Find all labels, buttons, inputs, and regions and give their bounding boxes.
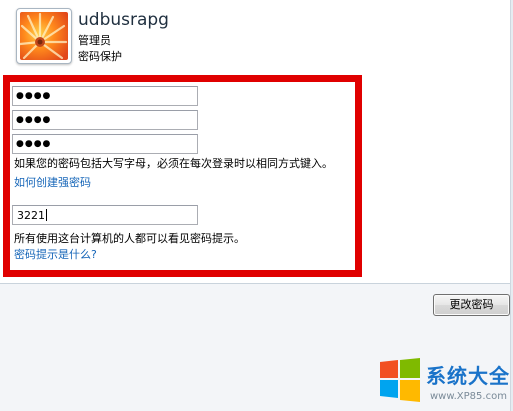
watermark: 系统大全 www.XP85.com bbox=[378, 358, 513, 411]
user-name: udbusrapg bbox=[78, 10, 169, 30]
new-password-input[interactable]: ●●●● bbox=[12, 110, 198, 130]
current-password-input[interactable]: ●●●● bbox=[12, 86, 198, 106]
password-hint-value: 3221 bbox=[17, 209, 45, 222]
password-hint-input[interactable]: 3221 bbox=[12, 205, 198, 225]
case-sensitivity-note: 如果您的密码包括大写字母，必须在每次登录时以相同方式键入。 bbox=[14, 157, 333, 170]
user-role: 管理员 bbox=[78, 34, 111, 47]
strong-password-link[interactable]: 如何创建强密码 bbox=[14, 176, 91, 190]
watermark-brand: 系统大全 bbox=[426, 364, 510, 388]
text-caret bbox=[46, 209, 47, 221]
password-status: 密码保护 bbox=[78, 50, 122, 63]
watermark-url: www.XP85.com bbox=[430, 391, 507, 402]
flower-avatar-icon bbox=[20, 12, 68, 60]
password-hint-help-link[interactable]: 密码提示是什么? bbox=[14, 248, 97, 262]
hint-visibility-note: 所有使用这台计算机的人都可以看见密码提示。 bbox=[14, 232, 245, 245]
change-password-button[interactable]: 更改密码 bbox=[433, 294, 510, 316]
avatar bbox=[16, 8, 72, 64]
windows-logo-icon bbox=[378, 358, 422, 402]
confirm-password-input[interactable]: ●●●● bbox=[12, 134, 198, 154]
